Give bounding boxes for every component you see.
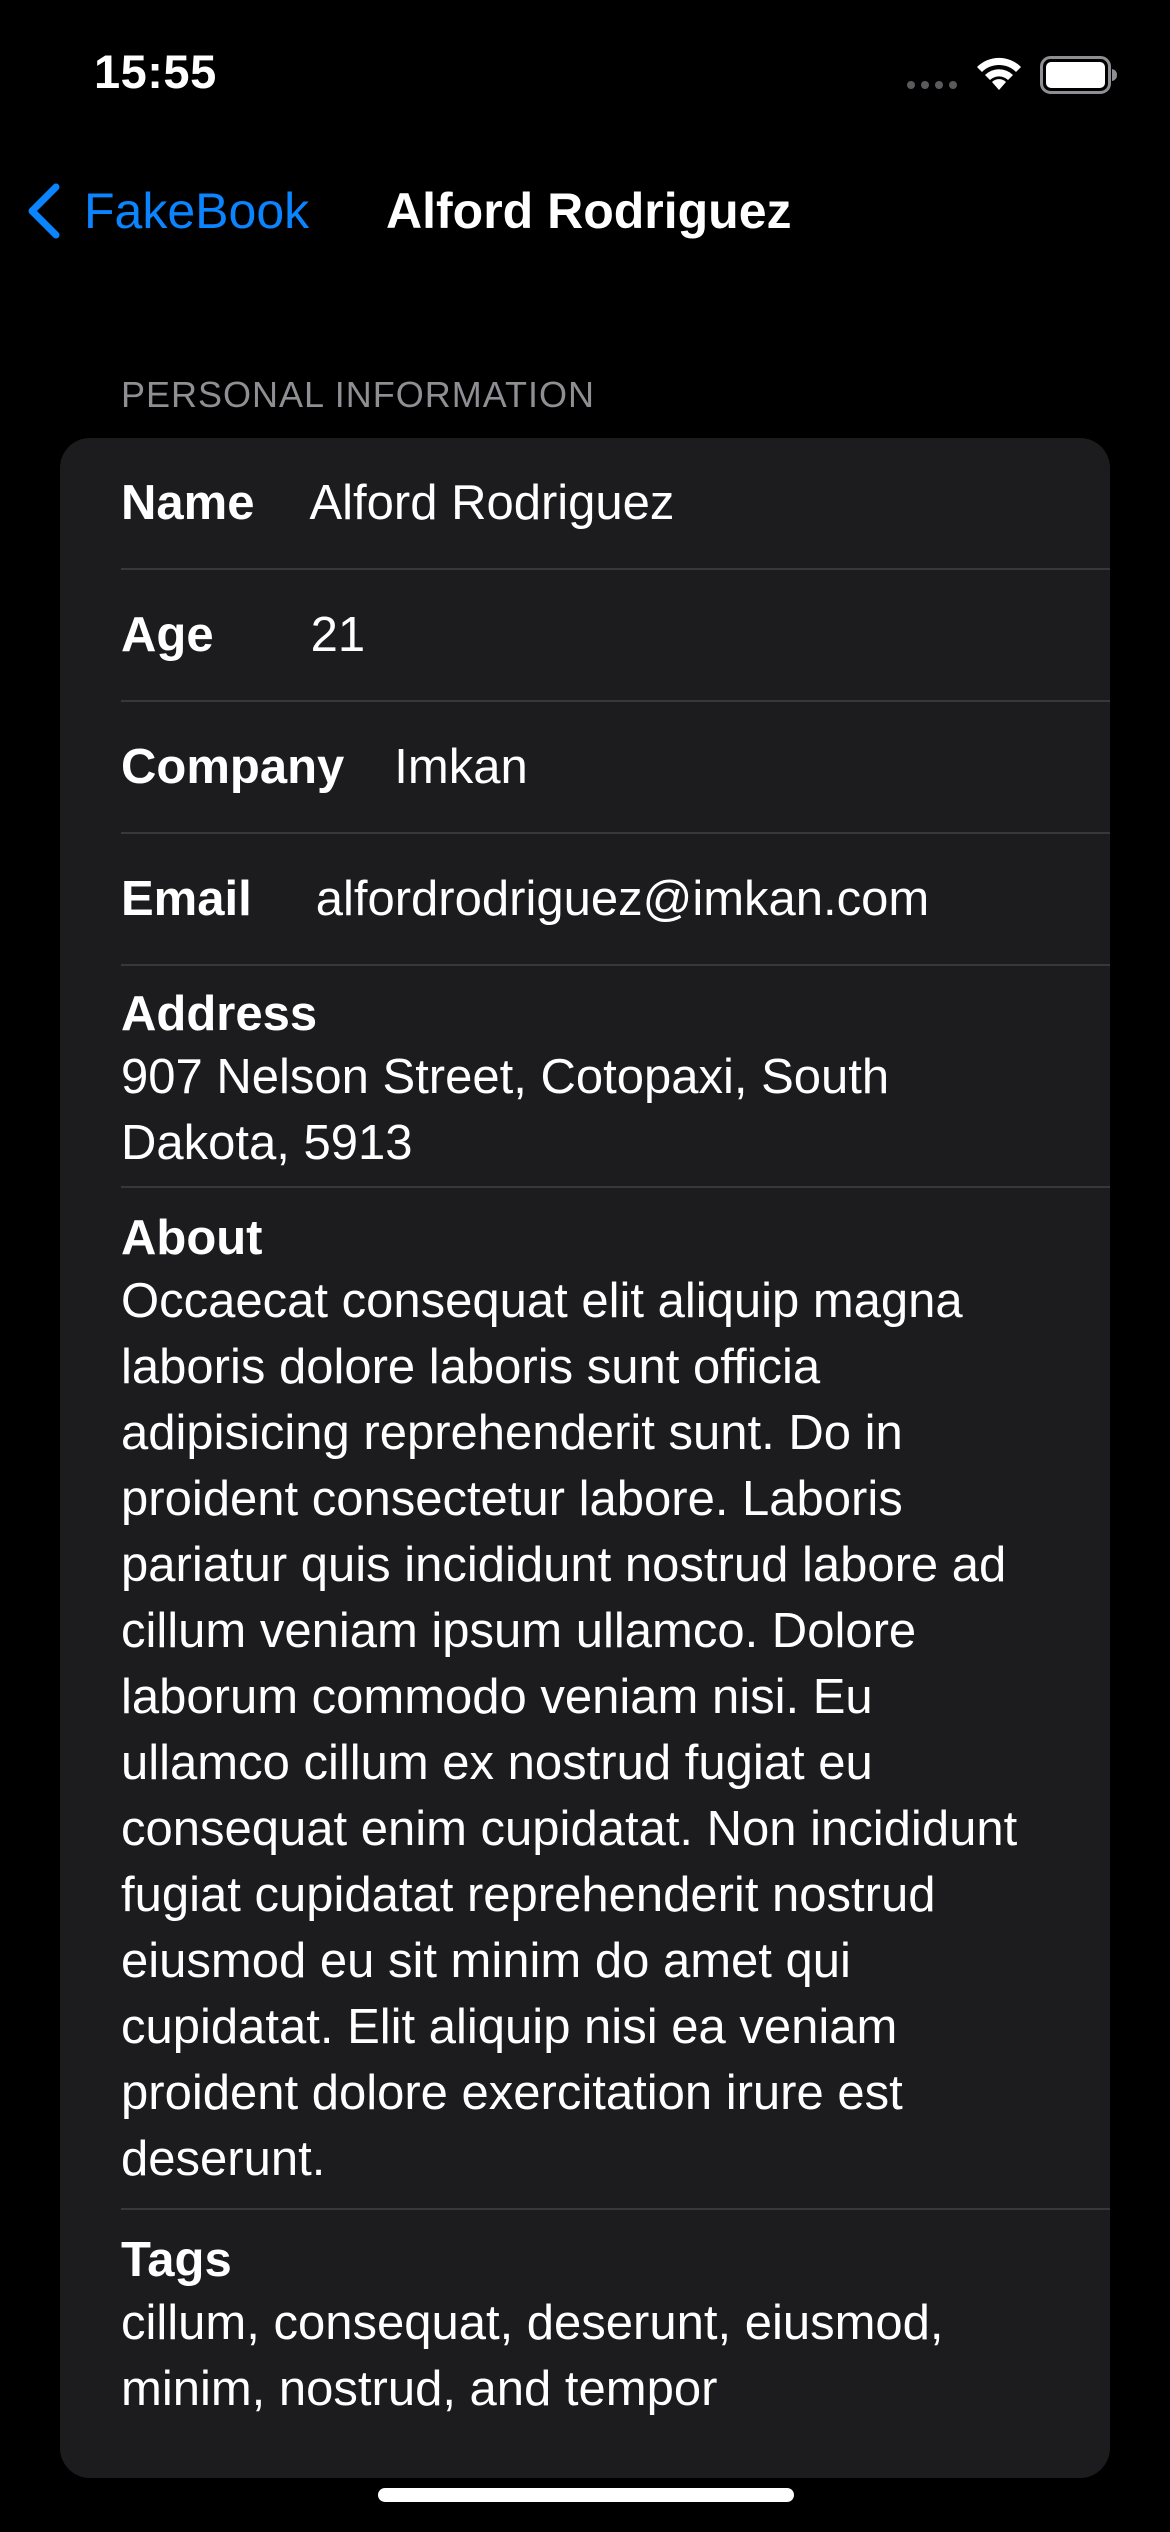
navigation-bar: FakeBook Alford Rodriguez	[0, 150, 1170, 270]
cellular-signal-icon	[907, 81, 957, 89]
page-title: Alford Rodriguez	[386, 183, 792, 239]
age-row: Age 21	[121, 570, 1110, 702]
email-value: alfordrodriguez@imkan.com	[315, 872, 930, 926]
email-label: Email	[121, 872, 252, 926]
section-header: PERSONAL INFORMATION	[121, 374, 596, 415]
name-label: Name	[121, 476, 255, 530]
name-row: Name Alford Rodriguez	[121, 438, 1110, 570]
back-button-label: FakeBook	[84, 183, 310, 239]
status-time: 15:55	[94, 45, 217, 98]
tags-row: Tags cillum, consequat, deserunt, eiusmo…	[121, 2212, 1110, 2472]
age-value: 21	[310, 608, 366, 662]
back-button[interactable]: FakeBook	[24, 176, 309, 246]
chevron-left-icon	[28, 183, 60, 239]
tags-label: Tags	[121, 2233, 232, 2287]
company-value: Imkan	[394, 740, 528, 794]
email-row: Email alfordrodriguez@imkan.com	[121, 834, 1110, 966]
battery-icon	[1040, 56, 1117, 94]
about-label: About	[121, 1211, 263, 1265]
about-row: About Occaecat consequat elit aliquip ma…	[121, 1190, 1110, 2210]
address-row: Address 907 Nelson Street, Cotopaxi, Sou…	[121, 966, 1110, 1188]
personal-info-card: Name Alford Rodriguez Age 21 Company Imk…	[60, 438, 1110, 2478]
wifi-icon	[977, 57, 1021, 90]
company-label: Company	[121, 740, 345, 794]
address-value: 907 Nelson Street, Cotopaxi, South Dakot…	[121, 1050, 890, 1170]
company-row: Company Imkan	[121, 702, 1110, 834]
name-value: Alford Rodriguez	[309, 476, 675, 530]
about-value: Occaecat consequat elit aliquip magna la…	[121, 1274, 1018, 2186]
home-indicator[interactable]	[378, 2488, 794, 2502]
tags-value: cillum, consequat, deserunt, eiusmod, mi…	[121, 2296, 944, 2416]
address-label: Address	[121, 987, 318, 1041]
status-bar: 15:55	[0, 0, 1170, 150]
age-label: Age	[121, 608, 214, 662]
